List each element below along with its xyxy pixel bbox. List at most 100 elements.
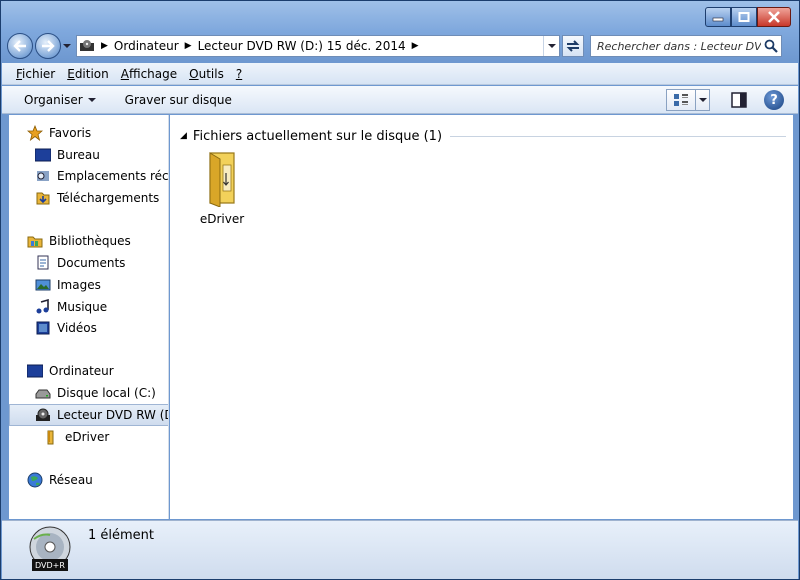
group-title: Fichiers actuellement sur le disque (1) [192,128,443,144]
toolbar-right: ? [666,89,784,111]
nav-item-dvd-drive[interactable]: Lecteur DVD RW (D:) [35,405,168,425]
recent-pages-dropdown[interactable] [62,36,72,56]
nav-label: Bureau [57,148,100,162]
nav-label: Disque local (C:) [57,386,156,400]
breadcrumb-separator[interactable]: ▶ [408,41,423,51]
back-button[interactable] [7,33,33,59]
forward-button[interactable] [35,33,61,59]
refresh-button[interactable] [562,35,584,57]
close-button[interactable] [757,7,791,27]
navigation-pane: Favoris Bureau Emplacements récents Télé… [9,115,169,519]
search-box [590,35,782,57]
menu-label: ichier [22,66,56,81]
arrow-left-icon [13,40,26,52]
change-view-button[interactable] [666,89,696,111]
menu-label: ffichage [128,66,178,81]
file-item-edriver[interactable]: eDriver [192,151,252,226]
address-bar[interactable]: ▶ Ordinateur ▶ Lecteur DVD RW (D:) 15 dé… [76,35,560,57]
help-button[interactable]: ? [764,90,784,110]
menu-affichage[interactable]: Affichage [121,67,177,81]
collapse-triangle-icon[interactable]: ◢ [180,131,187,141]
nav-item-music[interactable]: Musique [35,297,107,317]
caption-buttons [705,7,791,27]
minimize-icon [712,17,724,22]
menu-outils[interactable]: Outils [189,67,224,81]
file-name: eDriver [199,212,245,226]
computer-icon [27,363,43,379]
search-input[interactable] [591,39,761,53]
nav-item-images[interactable]: Images [35,275,101,295]
nav-label: Bibliothèques [49,234,131,248]
nav-item-local-disk[interactable]: Disque local (C:) [35,383,156,403]
nav-label: eDriver [65,430,110,444]
burn-to-disc-button[interactable]: Graver sur disque [125,93,232,107]
nav-favorites[interactable]: Favoris [27,123,91,143]
downloads-folder-icon [35,190,51,206]
maximize-button[interactable] [731,7,757,27]
preview-pane-button[interactable] [728,89,750,111]
network-globe-icon [27,472,43,488]
chevron-down-icon [63,44,71,48]
menu-accel: A [120,66,129,81]
group-header[interactable]: ◢ Fichiers actuellement sur le disque (1… [180,127,786,145]
menu-accel: O [189,66,199,81]
nav-label: Vidéos [57,321,97,335]
nav-label: Lecteur DVD RW (D:) [57,408,168,422]
chevron-down-icon [547,44,556,48]
nav-item-documents[interactable]: Documents [35,253,125,273]
menu-fichier[interactable]: Fichier [16,67,55,81]
menu-bar: Fichier Edition Affichage Outils ? [2,63,798,85]
view-options-dropdown[interactable] [696,89,710,111]
chevron-down-icon [698,98,707,102]
music-icon [35,299,51,315]
desktop-icon [35,147,51,163]
nav-label: Réseau [49,473,93,487]
hard-drive-icon [35,385,51,401]
chevron-down-icon [87,97,96,102]
file-list-pane: ◢ Fichiers actuellement sur le disque (1… [170,115,793,519]
menu-label: dition [74,66,109,81]
command-bar: Organiser Graver sur disque ? [2,86,798,114]
view-tiles-icon [674,94,688,106]
search-icon[interactable] [761,39,781,53]
videos-icon [35,320,51,336]
images-icon [35,277,51,293]
nav-item-downloads[interactable]: Téléchargements [35,188,159,208]
nav-item-recent-places[interactable]: Emplacements récents [35,166,168,186]
nav-item-edriver[interactable]: eDriver [43,427,109,447]
nav-item-videos[interactable]: Vidéos [35,318,97,338]
folder-icon [209,152,235,208]
organize-button[interactable]: Organiser [24,93,97,107]
nav-label: Images [57,278,101,292]
nav-computer[interactable]: Ordinateur [27,361,114,381]
address-dropdown[interactable] [543,36,559,56]
folder-icon [43,429,59,445]
dvd-disc-icon: DVD+R [26,525,74,573]
details-pane: DVD+R 1 élément [2,520,798,579]
preview-pane-icon [731,92,747,108]
nav-label: Ordinateur [49,364,114,378]
nav-label: Favoris [49,126,92,140]
drive-icon [77,36,97,56]
close-icon [768,11,780,23]
breadcrumb-computer[interactable]: Ordinateur [112,39,181,53]
organize-label: Organiser [24,92,83,107]
breadcrumb-separator[interactable]: ▶ [97,41,112,51]
menu-accel: ? [235,66,243,81]
burn-label: Graver sur disque [124,92,232,107]
nav-network[interactable]: Réseau [27,470,93,490]
disc-label: DVD+R [35,561,65,570]
nav-libraries[interactable]: Bibliothèques [27,231,131,251]
minimize-button[interactable] [705,7,731,27]
breadcrumb-separator[interactable]: ▶ [181,41,196,51]
star-icon [27,125,43,141]
menu-edition[interactable]: Edition [67,67,109,81]
nav-label: Téléchargements [57,191,160,205]
menu-help[interactable]: ? [236,67,242,81]
refresh-icon [566,40,580,52]
breadcrumb-dvd-drive[interactable]: Lecteur DVD RW (D:) 15 déc. 2014 [196,39,408,53]
libraries-icon [27,233,43,249]
explorer-window: ▶ Ordinateur ▶ Lecteur DVD RW (D:) 15 dé… [0,0,800,580]
nav-item-desktop[interactable]: Bureau [35,145,100,165]
maximize-icon [738,12,750,22]
